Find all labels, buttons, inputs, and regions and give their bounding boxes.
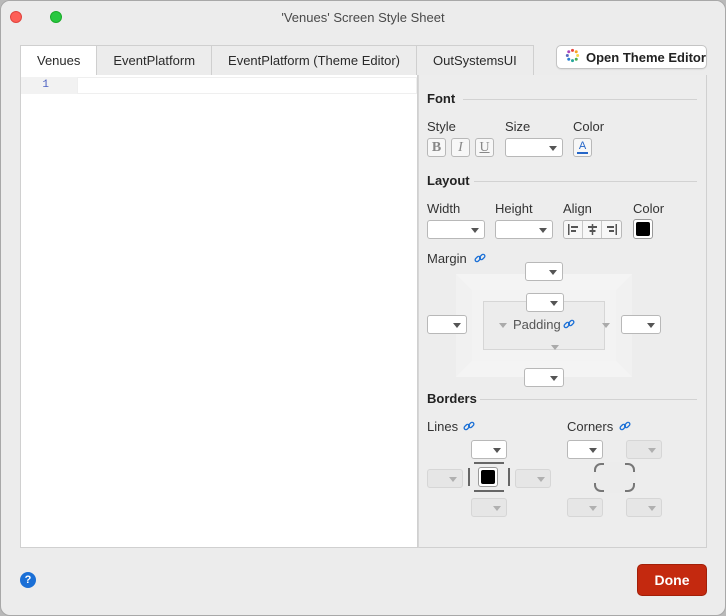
align-label: Align — [563, 201, 592, 216]
corner-bottom-left-select[interactable] — [567, 498, 603, 517]
padding-right-select[interactable] — [576, 315, 616, 334]
align-center-button[interactable] — [583, 221, 602, 238]
align-right-button[interactable] — [602, 221, 621, 238]
layout-section-divider — [474, 181, 697, 182]
corner-radius-preview — [593, 462, 636, 493]
padding-bottom-select[interactable] — [525, 337, 565, 356]
border-bottom-width-select[interactable] — [471, 498, 507, 517]
corner-preview-mask-h — [593, 472, 636, 483]
font-color-button[interactable]: A — [573, 138, 592, 157]
tab-eventplatform[interactable]: EventPlatform — [97, 45, 213, 76]
border-top-line — [474, 462, 504, 464]
height-select[interactable] — [495, 220, 553, 239]
lines-label: Lines — [427, 419, 459, 434]
padding-top-select[interactable] — [526, 293, 564, 312]
tab-venues[interactable]: Venues — [20, 45, 98, 76]
height-label: Height — [495, 201, 533, 216]
align-left-icon — [567, 224, 578, 235]
corner-bottom-right-select[interactable] — [626, 498, 662, 517]
width-label: Width — [427, 201, 461, 216]
padding-link-icon[interactable] — [563, 318, 575, 330]
stylesheet-tabs: Venues EventPlatform EventPlatform (Them… — [20, 45, 534, 76]
underline-button[interactable]: U — [475, 138, 494, 157]
align-left-button[interactable] — [564, 221, 583, 238]
code-line[interactable]: 1 — [21, 77, 417, 94]
border-right-width-select[interactable] — [515, 469, 551, 488]
line-number: 1 — [21, 77, 77, 94]
border-left-line — [468, 468, 470, 486]
font-style-label: Style — [427, 119, 456, 134]
margin-bottom-select[interactable] — [524, 368, 564, 387]
border-color-fill — [481, 470, 495, 484]
style-sheet-window: 'Venues' Screen Style Sheet Venues Event… — [0, 0, 726, 616]
border-top-width-select[interactable] — [471, 440, 507, 459]
layout-color-label: Color — [633, 201, 665, 216]
align-right-icon — [607, 224, 617, 235]
font-size-select[interactable] — [505, 138, 563, 157]
borders-section-heading: Borders — [427, 391, 477, 406]
corners-label: Corners — [567, 419, 614, 434]
margin-top-select[interactable] — [525, 262, 563, 281]
css-code-editor[interactable]: 1 — [20, 75, 418, 548]
border-color-swatch[interactable] — [478, 467, 498, 487]
layout-section-heading: Layout — [427, 173, 470, 188]
theme-palette-icon — [565, 48, 580, 66]
font-section-divider — [463, 99, 697, 100]
corner-top-right-select[interactable] — [626, 440, 662, 459]
done-button[interactable]: Done — [637, 564, 707, 596]
layout-color-swatch[interactable] — [633, 219, 653, 239]
open-theme-editor-label: Open Theme Editor — [586, 49, 706, 65]
window-title: 'Venues' Screen Style Sheet — [281, 10, 445, 25]
italic-button[interactable]: I — [451, 138, 470, 157]
border-bottom-line — [474, 490, 504, 492]
open-theme-editor-button[interactable]: Open Theme Editor — [556, 45, 707, 69]
font-size-label: Size — [505, 119, 531, 134]
layout-color-fill — [636, 222, 650, 236]
margin-right-select[interactable] — [621, 315, 661, 334]
font-section-heading: Font — [427, 91, 456, 106]
current-line-highlight — [77, 77, 417, 94]
corners-link-icon[interactable] — [619, 420, 631, 432]
lines-link-icon[interactable] — [463, 420, 475, 432]
corner-top-left-select[interactable] — [567, 440, 603, 459]
margin-left-select[interactable] — [427, 315, 467, 334]
width-select[interactable] — [427, 220, 485, 239]
title-bar: 'Venues' Screen Style Sheet — [1, 1, 725, 35]
border-right-line — [508, 468, 510, 486]
tab-eventplatform-theme-editor[interactable]: EventPlatform (Theme Editor) — [212, 45, 417, 76]
align-button-group — [563, 220, 622, 239]
padding-left-select[interactable] — [473, 315, 513, 334]
font-color-label: Color — [573, 119, 605, 134]
bold-button[interactable]: B — [427, 138, 446, 157]
padding-label: Padding — [513, 317, 561, 332]
borders-section-divider — [480, 399, 697, 400]
tab-outsystemsui[interactable]: OutSystemsUI — [416, 45, 534, 76]
align-center-icon — [587, 224, 597, 235]
border-left-width-select[interactable] — [427, 469, 463, 488]
margin-label: Margin — [427, 251, 467, 266]
margin-link-icon[interactable] — [474, 252, 486, 264]
help-icon[interactable]: ? — [20, 572, 36, 588]
